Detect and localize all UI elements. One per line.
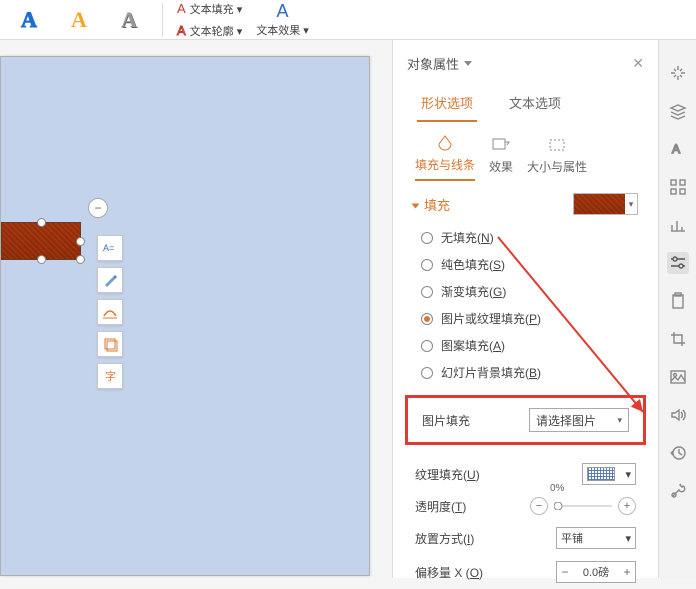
svg-text:A=: A= <box>103 243 114 253</box>
chevron-down-icon[interactable] <box>464 61 472 66</box>
grid-icon[interactable] <box>667 176 689 198</box>
wordart-style-3[interactable]: A <box>105 3 153 37</box>
fill-section-label: 填充 <box>424 198 450 213</box>
text-effects-button[interactable]: A 文本效果 ▾ <box>248 0 317 40</box>
spin-up[interactable]: + <box>619 565 635 579</box>
close-icon[interactable]: ✕ <box>632 55 644 72</box>
right-tool-rail: A <box>658 40 696 578</box>
clipboard-icon[interactable] <box>667 290 689 312</box>
text-outline-button[interactable]: A文本轮廓 ▾ <box>171 21 248 41</box>
spin-down[interactable]: − <box>557 565 573 579</box>
text-style-icon[interactable]: A <box>667 138 689 160</box>
resize-handle[interactable] <box>37 255 46 264</box>
slide-background: − <box>0 56 370 576</box>
picture-fill-label: 图片填充 <box>422 412 470 429</box>
radio-picture-texture-fill[interactable]: 图片或纹理填充(P) <box>421 310 630 327</box>
offset-x-input[interactable]: − 0.0磅 + <box>556 561 636 583</box>
sparkle-icon[interactable] <box>667 62 689 84</box>
ribbon-divider <box>162 3 163 37</box>
opacity-slider[interactable]: 0% <box>554 499 612 513</box>
crop-button[interactable] <box>97 331 123 357</box>
opacity-decrease[interactable]: − <box>530 497 548 515</box>
resize-handle[interactable] <box>76 255 85 264</box>
chart-icon[interactable] <box>667 214 689 236</box>
sound-icon[interactable] <box>667 404 689 426</box>
svg-text:A: A <box>672 142 680 156</box>
tile-mode-label: 放置方式(I) <box>415 530 474 547</box>
texture-select[interactable]: ▾ <box>582 463 636 485</box>
radio-solid-fill[interactable]: 纯色填充(S) <box>421 256 630 273</box>
shape-outline-button[interactable] <box>97 299 123 325</box>
layers-icon[interactable] <box>667 100 689 122</box>
tab-shape-options[interactable]: 形状选项 <box>417 87 477 122</box>
object-properties-panel: 对象属性 ✕ 形状选项 文本选项 填充与线条 效果 大小与属性 填充 ▾ <box>392 40 658 578</box>
tab-size-properties[interactable]: 大小与属性 <box>527 136 587 181</box>
image-icon[interactable] <box>667 366 689 388</box>
wordart-style-2[interactable]: A <box>55 3 103 37</box>
wordart-style-1[interactable]: A <box>5 3 53 37</box>
settings-icon[interactable] <box>667 252 689 274</box>
tile-mode-select[interactable]: 平铺▾ <box>556 527 636 549</box>
texture-fill-label: 纹理填充(U) <box>415 466 480 483</box>
selected-shape[interactable]: − <box>1 222 81 260</box>
select-picture-button[interactable]: 请选择图片▾ <box>529 408 629 432</box>
collapse-icon[interactable] <box>412 203 420 208</box>
radio-slide-bg-fill[interactable]: 幻灯片背景填充(B) <box>421 364 630 381</box>
crop-rail-icon[interactable] <box>667 328 689 350</box>
opacity-increase[interactable]: + <box>618 497 636 515</box>
svg-text:字: 字 <box>105 369 116 383</box>
radio-gradient-fill[interactable]: 渐变填充(G) <box>421 283 630 300</box>
edit-text-button[interactable]: A= <box>97 235 123 261</box>
slide-canvas[interactable]: − A= 字 <box>0 40 392 578</box>
tab-fill-and-line[interactable]: 填充与线条 <box>415 134 475 181</box>
fill-swatch-button[interactable]: ▾ <box>573 193 638 215</box>
format-painter-button[interactable] <box>97 267 123 293</box>
tools-icon[interactable] <box>667 480 689 502</box>
history-icon[interactable] <box>667 442 689 464</box>
zoom-out-icon[interactable]: − <box>88 198 108 218</box>
radio-no-fill[interactable]: 无填充(N) <box>421 229 630 246</box>
radio-pattern-fill[interactable]: 图案填充(A) <box>421 337 630 354</box>
picture-fill-highlight: 图片填充 请选择图片▾ <box>405 395 646 445</box>
panel-title: 对象属性 <box>407 54 459 73</box>
text-direction-button[interactable]: 字 <box>97 363 123 389</box>
resize-handle[interactable] <box>37 218 46 227</box>
opacity-label: 透明度(T) <box>415 498 466 515</box>
tab-text-options[interactable]: 文本选项 <box>505 87 565 122</box>
resize-handle[interactable] <box>76 237 85 246</box>
text-fill-button[interactable]: A文本填充 ▾ <box>171 0 248 19</box>
tab-effects[interactable]: 效果 <box>489 136 513 181</box>
